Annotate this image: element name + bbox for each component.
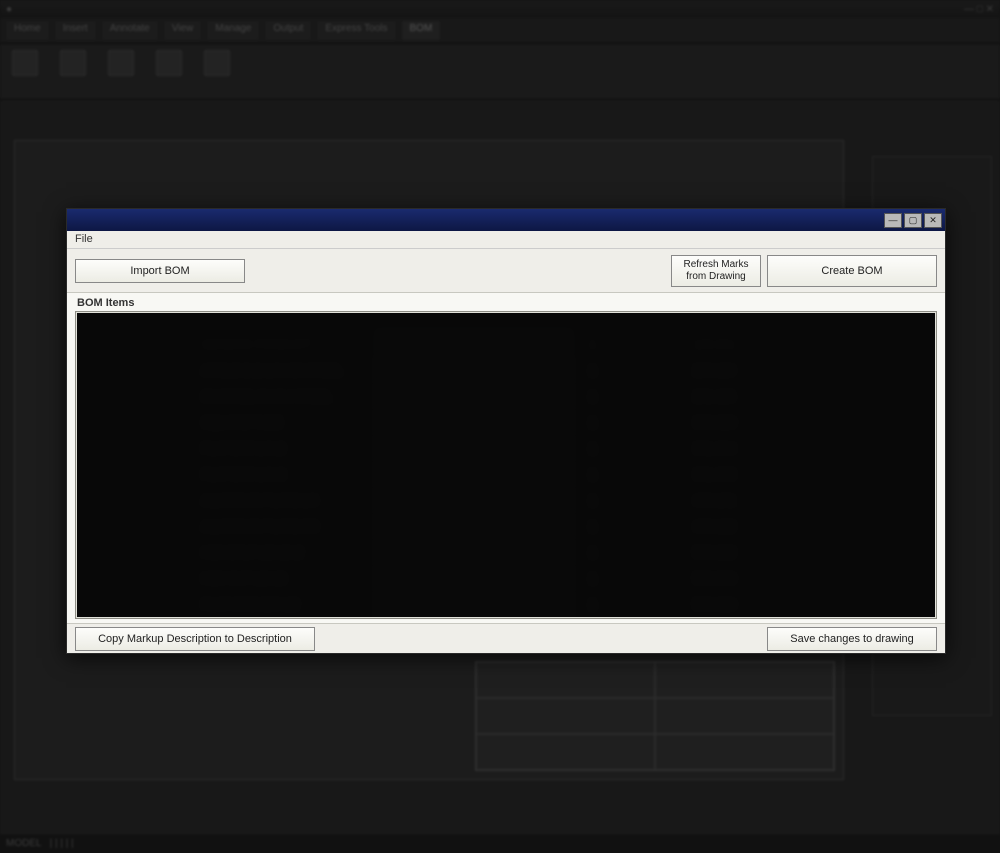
dialog-toolbar: Import BOM Refresh Marks from Drawing Cr… <box>67 249 945 293</box>
import-bom-button[interactable]: Import BOM <box>75 259 245 283</box>
dialog-menu[interactable]: File <box>67 231 945 249</box>
save-changes-button[interactable]: Save changes to drawing <box>767 627 937 651</box>
section-label: BOM Items <box>67 293 945 311</box>
create-bom-button[interactable]: Create BOM <box>767 255 937 287</box>
dialog-titlebar: — ▢ ✕ <box>67 209 945 231</box>
copy-description-button[interactable]: Copy Markup Description to Description <box>75 627 315 651</box>
minimize-icon[interactable]: — <box>884 213 902 228</box>
close-icon[interactable]: ✕ <box>924 213 942 228</box>
refresh-marks-button[interactable]: Refresh Marks from Drawing <box>671 255 761 287</box>
bom-grid[interactable]: Edit Category Description Markup Descrip… <box>75 311 937 619</box>
dim-e-cell[interactable] <box>76 312 936 618</box>
dialog-footer: Copy Markup Description to Description S… <box>67 623 945 653</box>
maximize-icon[interactable]: ▢ <box>904 213 922 228</box>
bom-dialog: — ▢ ✕ File Import BOM Refresh Marks from… <box>66 208 946 654</box>
table-row[interactable]: PIPE SCH40 2inPIPE SCH40 2in1600-020 <box>77 618 936 619</box>
